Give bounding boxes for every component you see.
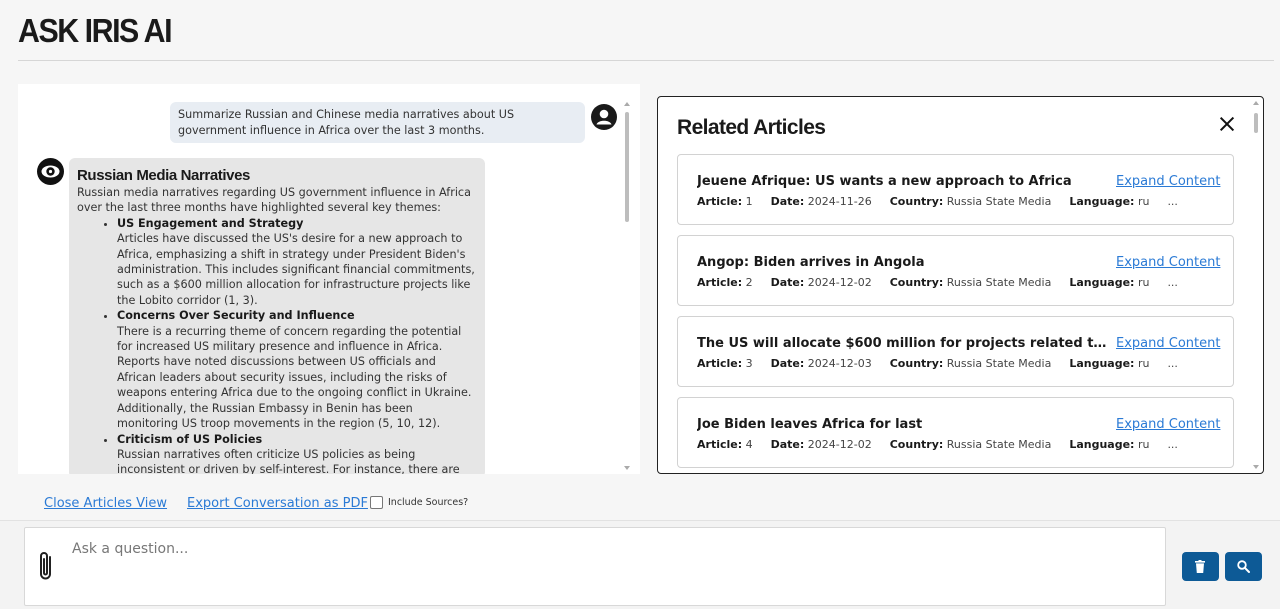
include-sources-label: Include Sources? — [388, 497, 469, 508]
search-button[interactable] — [1225, 552, 1262, 581]
expand-content-link[interactable]: Expand Content — [1116, 174, 1220, 189]
expand-content-link[interactable]: Expand Content — [1116, 255, 1220, 270]
related-articles-panel: Related Articles Jeuene Afrique: US want… — [657, 96, 1264, 474]
paperclip-icon[interactable] — [36, 549, 56, 583]
export-pdf-link[interactable]: Export Conversation as PDF — [187, 496, 368, 511]
chat-scrollbar[interactable] — [622, 102, 632, 472]
point-body: There is a recurring theme of concern re… — [117, 324, 472, 431]
close-articles-link[interactable]: Close Articles View — [44, 496, 167, 511]
delete-button[interactable] — [1182, 552, 1219, 581]
expand-content-link[interactable]: Expand Content — [1116, 417, 1220, 432]
response-intro: Russian media narratives regarding US go… — [77, 186, 471, 215]
article-title: Jeuene Afrique: US wants a new approach … — [697, 174, 1072, 189]
response-point: Criticism of US Policies Russian narrati… — [117, 432, 477, 475]
trash-icon — [1195, 560, 1205, 573]
point-title: Concerns Over Security and Influence — [117, 309, 355, 323]
include-sources-checkbox[interactable] — [370, 496, 383, 509]
scroll-down-icon[interactable] — [624, 466, 630, 470]
response-point: Concerns Over Security and Influence The… — [117, 308, 477, 431]
scroll-down-icon[interactable] — [1253, 465, 1259, 469]
assistant-message: Russian Media Narratives Russian media n… — [69, 158, 485, 474]
article-title: The US will allocate $600 million for pr… — [697, 336, 1107, 351]
response-heading: Russian Media Narratives — [77, 167, 250, 184]
include-sources-option[interactable]: Include Sources? — [370, 496, 468, 509]
scroll-thumb[interactable] — [625, 112, 629, 222]
search-icon — [1237, 560, 1250, 573]
article-card[interactable]: Jeuene Afrique: US wants a new approach … — [677, 154, 1234, 225]
article-card[interactable]: Joe Biden leaves Africa for last Expand … — [677, 397, 1234, 468]
chat-area[interactable]: Summarize Russian and Chinese media narr… — [18, 84, 640, 474]
point-title: Criticism of US Policies — [117, 432, 263, 446]
point-body: Russian narratives often criticize US po… — [117, 447, 460, 474]
title-divider — [18, 60, 1274, 61]
point-body: Articles have discussed the US's desire … — [117, 232, 475, 307]
article-meta: Article: 1 Date: 2024-11-26 Country: Russi… — [697, 195, 1178, 208]
response-points: US Engagement and Strategy Articles have… — [77, 216, 477, 474]
scroll-up-icon[interactable] — [624, 102, 630, 106]
user-avatar-icon — [591, 104, 617, 130]
article-title: Angop: Biden arrives in Angola — [697, 255, 925, 270]
expand-content-link[interactable]: Expand Content — [1116, 336, 1220, 351]
scroll-up-icon[interactable] — [1253, 101, 1259, 105]
article-card[interactable]: The US will allocate $600 million for pr… — [677, 316, 1234, 387]
article-meta: Article: 4 Date: 2024-12-02 Country: Russi… — [697, 438, 1178, 451]
iris-eye-icon — [37, 158, 64, 185]
response-point: US Engagement and Strategy Articles have… — [117, 216, 477, 308]
scroll-thumb[interactable] — [1254, 113, 1258, 133]
article-meta: Article: 3 Date: 2024-12-03 Country: Russi… — [697, 357, 1178, 370]
point-title: US Engagement and Strategy — [117, 216, 304, 230]
close-icon[interactable] — [1218, 115, 1236, 133]
question-input[interactable] — [24, 527, 1166, 606]
article-title: Joe Biden leaves Africa for last — [697, 417, 923, 432]
question-placeholder[interactable]: Ask a question... — [72, 541, 188, 557]
panel-title: Related Articles — [677, 116, 826, 139]
panel-scrollbar[interactable] — [1252, 101, 1260, 469]
article-meta: Article: 2 Date: 2024-12-02 Country: Russi… — [697, 276, 1178, 289]
article-card[interactable]: Angop: Biden arrives in Angola Expand Co… — [677, 235, 1234, 306]
user-message: Summarize Russian and Chinese media narr… — [170, 102, 585, 143]
app-title: ASK IRIS AI — [18, 12, 173, 49]
